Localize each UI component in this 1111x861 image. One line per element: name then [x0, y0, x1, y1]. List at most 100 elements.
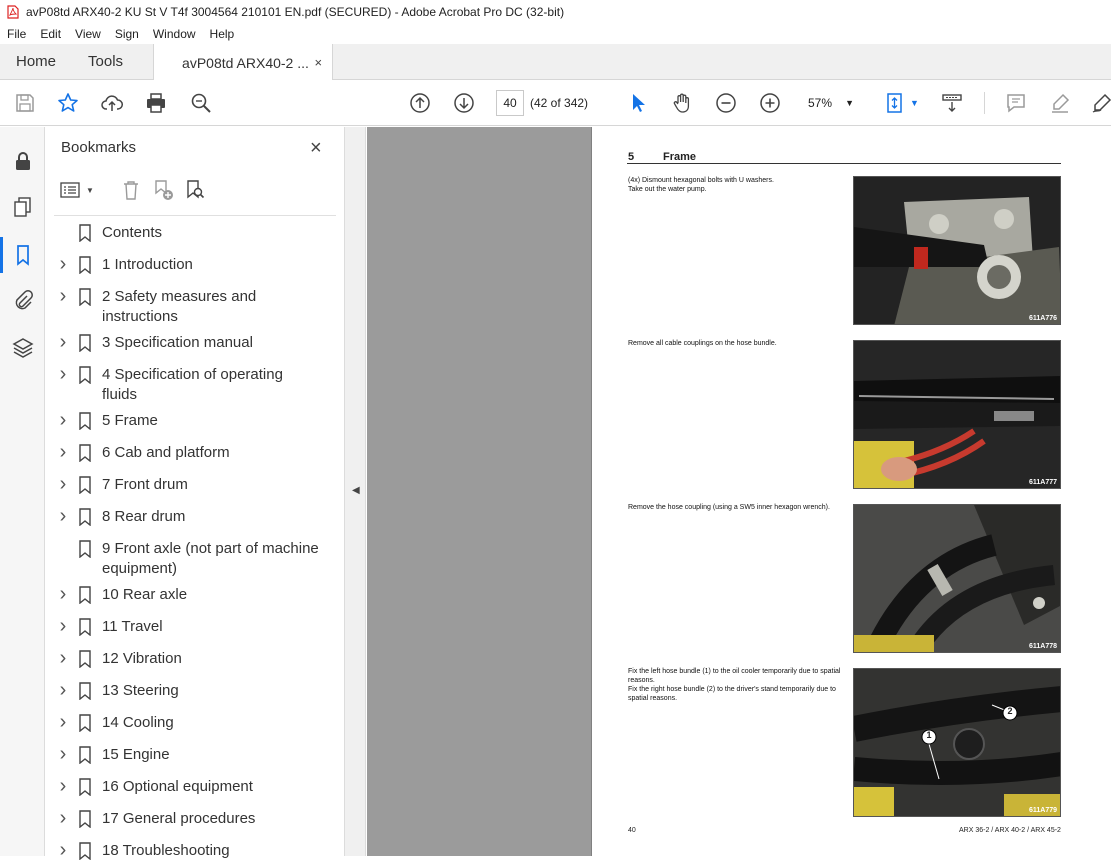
bookmark-item[interactable]: › 15 Engine	[46, 744, 326, 765]
chevron-right-icon[interactable]: ›	[54, 410, 72, 431]
zoom-in-icon[interactable]	[758, 91, 782, 115]
bookmark-icon	[79, 714, 91, 732]
zoom-search-icon[interactable]	[189, 91, 213, 115]
page-number-input[interactable]: 40	[496, 90, 524, 116]
chevron-right-icon[interactable]: ›	[54, 584, 72, 605]
delete-bookmark-icon[interactable]	[120, 179, 142, 201]
layers-icon[interactable]	[11, 336, 35, 360]
bookmark-item[interactable]: › 8 Rear drum	[46, 506, 326, 527]
chevron-right-icon[interactable]: ›	[54, 474, 72, 495]
bookmark-label: 2 Safety measures and instructions	[102, 288, 257, 325]
document-viewer[interactable]: 5 Frame (4x) Dismount hexagonal bolts wi…	[367, 127, 1111, 856]
menu-help[interactable]: Help	[203, 27, 242, 41]
bookmark-item[interactable]: 9 Front axle (not part of machine equipm…	[46, 539, 326, 579]
menu-window[interactable]: Window	[146, 27, 203, 41]
fit-page-icon[interactable]	[884, 91, 908, 115]
bookmark-icon	[79, 256, 91, 274]
bookmark-item[interactable]: › 14 Cooling	[46, 712, 326, 733]
hand-tool-icon[interactable]	[670, 91, 694, 115]
chevron-right-icon[interactable]: ›	[54, 776, 72, 797]
chevron-right-icon[interactable]: ›	[54, 808, 72, 829]
bookmark-label: 14 Cooling	[102, 714, 174, 731]
bookmark-label: 4 Specification of operating fluids	[102, 366, 283, 403]
tab-document[interactable]: avP08td ARX40-2 ... ×	[153, 44, 334, 81]
panel-collapse-handle[interactable]: ◀	[344, 127, 366, 856]
bookmark-item[interactable]: › 16 Optional equipment	[46, 776, 326, 797]
section-title: Frame	[663, 151, 697, 163]
chevron-right-icon[interactable]: ›	[54, 254, 72, 275]
print-icon[interactable]	[144, 91, 168, 115]
bookmark-item[interactable]: › 4 Specification of operating fluids	[46, 364, 326, 405]
section-number: 5	[628, 151, 635, 163]
attachment-paperclip-icon[interactable]	[11, 288, 35, 312]
tab-home[interactable]: Home	[0, 44, 72, 79]
bookmark-icon	[79, 682, 91, 700]
bookmark-item[interactable]: › 3 Specification manual	[46, 332, 326, 353]
bookmark-item[interactable]: › 2 Safety measures and instructions	[46, 286, 326, 327]
bookmarks-toolbar: ▼	[60, 177, 206, 203]
bookmark-item[interactable]: › 10 Rear axle	[46, 584, 326, 605]
step-text: Remove the hose coupling (using a SW5 in…	[628, 504, 830, 511]
bookmark-item[interactable]: › 11 Travel	[46, 616, 326, 637]
new-bookmark-icon[interactable]	[152, 179, 174, 201]
step-text: Fix the left hose bundle (1) to the oil …	[628, 668, 841, 702]
select-cursor-icon[interactable]	[626, 91, 650, 115]
find-bookmark-icon[interactable]	[184, 179, 206, 201]
bookmark-item[interactable]: › 17 General procedures	[46, 808, 326, 829]
bookmark-icon	[79, 366, 91, 384]
chevron-right-icon[interactable]: ›	[54, 286, 72, 327]
next-page-icon[interactable]	[452, 91, 476, 115]
bookmark-label: 9 Front axle (not part of machine equipm…	[102, 540, 319, 577]
chevron-right-icon[interactable]: ›	[54, 506, 72, 527]
chevron-right-icon[interactable]: ›	[54, 744, 72, 765]
highlight-pen-icon[interactable]	[1048, 91, 1072, 115]
bookmark-item[interactable]: › 7 Front drum	[46, 474, 326, 495]
lock-icon[interactable]	[11, 149, 35, 173]
bookmark-options-icon[interactable]: ▼	[60, 181, 94, 199]
bookmark-item[interactable]: › 5 Frame	[46, 410, 326, 431]
bookmark-label: 13 Steering	[102, 682, 179, 699]
bookmark-item[interactable]: › 6 Cab and platform	[46, 442, 326, 463]
bookmark-item[interactable]: Contents	[46, 223, 326, 243]
zoom-select[interactable]: 57% ▼	[800, 91, 862, 115]
comment-icon[interactable]	[1004, 91, 1028, 115]
upload-cloud-icon[interactable]	[100, 91, 124, 115]
chevron-right-icon[interactable]: ›	[54, 616, 72, 637]
previous-page-icon[interactable]	[408, 91, 432, 115]
save-icon[interactable]	[13, 91, 37, 115]
bookmark-icon	[79, 810, 91, 828]
tab-close-icon[interactable]: ×	[314, 55, 322, 70]
chevron-right-icon[interactable]: ›	[54, 840, 72, 861]
fit-page-dropdown-icon[interactable]: ▼	[910, 98, 919, 108]
chevron-right-icon[interactable]: ›	[54, 442, 72, 463]
chevron-right-icon[interactable]: ›	[54, 680, 72, 701]
photo-caption: 611A778	[1028, 643, 1057, 650]
bookmark-item[interactable]: › 1 Introduction	[46, 254, 326, 275]
close-icon[interactable]: ×	[310, 137, 322, 160]
bookmark-item[interactable]: › 18 Troubleshooting	[46, 840, 326, 861]
chevron-right-icon[interactable]: ›	[54, 364, 72, 405]
step-photo: 611A776	[853, 176, 1061, 325]
bookmark-item[interactable]: › 13 Steering	[46, 680, 326, 701]
star-icon[interactable]	[56, 91, 80, 115]
menu-sign[interactable]: Sign	[108, 27, 146, 41]
menu-view[interactable]: View	[68, 27, 108, 41]
page-thumbnails-icon[interactable]	[11, 195, 35, 219]
pdf-app-icon	[7, 5, 19, 19]
chevron-right-icon[interactable]: ›	[54, 332, 72, 353]
menu-edit[interactable]: Edit	[33, 27, 68, 41]
chevron-right-icon[interactable]: ›	[54, 648, 72, 669]
zoom-out-icon[interactable]	[714, 91, 738, 115]
draw-pen-icon[interactable]	[1090, 91, 1111, 115]
bookmarks-title: Bookmarks	[61, 139, 137, 156]
pdf-page: 5 Frame (4x) Dismount hexagonal bolts wi…	[591, 127, 1111, 856]
tab-document-label: avP08td ARX40-2 ...	[182, 54, 309, 71]
header-rule	[627, 163, 1061, 164]
scrolling-mode-icon[interactable]	[940, 91, 964, 115]
tab-tools[interactable]: Tools	[72, 44, 139, 79]
bookmark-icon	[79, 476, 91, 494]
menu-file[interactable]: File	[0, 27, 33, 41]
chevron-right-icon[interactable]: ›	[54, 712, 72, 733]
bookmark-panel-icon[interactable]	[0, 237, 35, 273]
bookmark-item[interactable]: › 12 Vibration	[46, 648, 326, 669]
